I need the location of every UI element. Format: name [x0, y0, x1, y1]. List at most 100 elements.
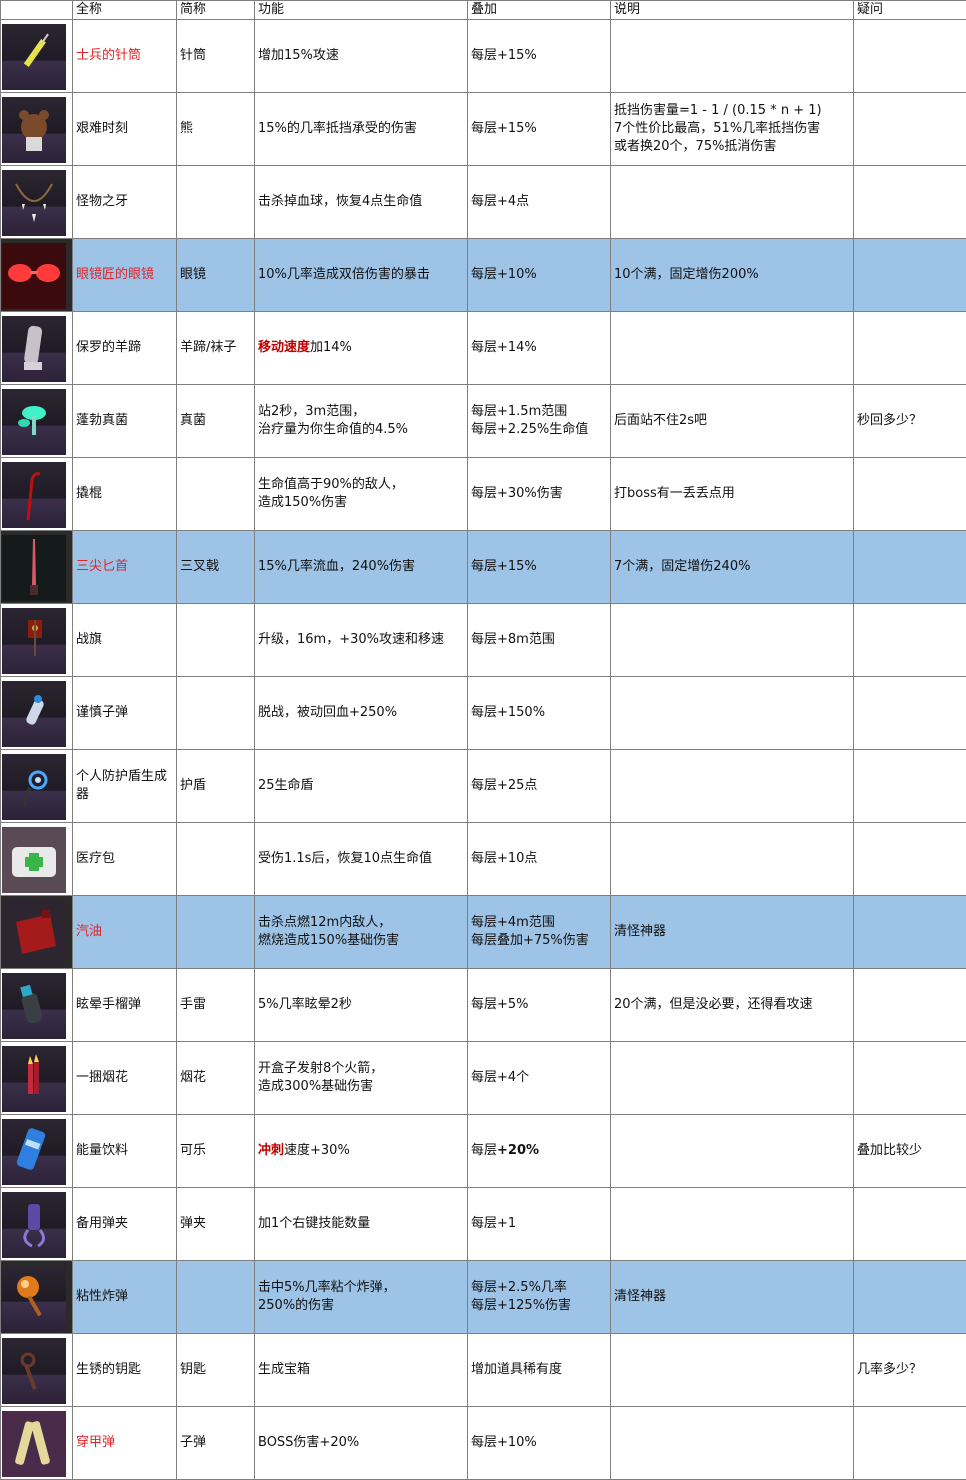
item-short-name[interactable]: 真菌	[176, 384, 255, 458]
item-function[interactable]: 击杀掉血球，恢复4点生命值	[254, 165, 468, 239]
item-short-name[interactable]: 弹夹	[176, 1187, 255, 1261]
item-function[interactable]: 15%的几率抵挡承受的伤害	[254, 92, 468, 166]
item-notes[interactable]: 20个满，但是没必要，还得看攻速	[610, 968, 854, 1042]
item-function[interactable]: 生命值高于90%的敌人， 造成150%伤害	[254, 457, 468, 531]
item-icon-cell[interactable]	[0, 1406, 73, 1480]
item-full-name[interactable]: 汽油	[72, 895, 177, 969]
item-short-name[interactable]	[176, 165, 255, 239]
item-stacking[interactable]: 每层+15%	[467, 530, 611, 604]
item-function[interactable]: 受伤1.1s后，恢复10点生命值	[254, 822, 468, 896]
item-full-name[interactable]: 生锈的钥匙	[72, 1333, 177, 1407]
item-icon-cell[interactable]	[0, 749, 73, 823]
item-icon-cell[interactable]	[0, 968, 73, 1042]
item-icon-cell[interactable]	[0, 1333, 73, 1407]
item-question[interactable]	[853, 822, 966, 896]
item-question[interactable]	[853, 749, 966, 823]
item-short-name[interactable]	[176, 603, 255, 677]
header-icon-column[interactable]	[0, 0, 73, 20]
item-full-name[interactable]: 个人防护盾生成器	[72, 749, 177, 823]
item-question[interactable]	[853, 968, 966, 1042]
item-icon-cell[interactable]	[0, 895, 73, 969]
item-full-name[interactable]: 医疗包	[72, 822, 177, 896]
item-notes[interactable]: 抵挡伤害量=1 - 1 / (0.15 * n + 1) 7个性价比最高，51%几…	[610, 92, 854, 166]
item-full-name[interactable]: 穿甲弹	[72, 1406, 177, 1480]
item-short-name[interactable]: 手雷	[176, 968, 255, 1042]
item-question[interactable]	[853, 1406, 966, 1480]
item-full-name[interactable]: 能量饮料	[72, 1114, 177, 1188]
item-icon-cell[interactable]	[0, 1041, 73, 1115]
header-questions[interactable]: 疑问	[853, 0, 966, 20]
header-short-name[interactable]: 简称	[176, 0, 255, 20]
item-function[interactable]: 站2秒，3m范围， 治疗量为你生命值的4.5%	[254, 384, 468, 458]
item-short-name[interactable]: 熊	[176, 92, 255, 166]
item-stacking[interactable]: 每层+4m范围 每层叠加+75%伤害	[467, 895, 611, 969]
item-function[interactable]: 增加15%攻速	[254, 19, 468, 93]
item-stacking[interactable]: 每层+30%伤害	[467, 457, 611, 531]
item-stacking[interactable]: 每层+25点	[467, 749, 611, 823]
item-short-name[interactable]: 烟花	[176, 1041, 255, 1115]
item-icon-cell[interactable]	[0, 530, 73, 604]
item-stacking[interactable]: 每层+4个	[467, 1041, 611, 1115]
item-full-name[interactable]: 三尖匕首	[72, 530, 177, 604]
item-notes[interactable]: 7个满，固定增伤240%	[610, 530, 854, 604]
item-icon-cell[interactable]	[0, 603, 73, 677]
item-short-name[interactable]	[176, 676, 255, 750]
item-question[interactable]	[853, 603, 966, 677]
item-question[interactable]: 叠加比较少	[853, 1114, 966, 1188]
item-notes[interactable]	[610, 311, 854, 385]
item-full-name[interactable]: 艰难时刻	[72, 92, 177, 166]
item-notes[interactable]	[610, 165, 854, 239]
item-function[interactable]: 5%几率眩晕2秒	[254, 968, 468, 1042]
item-short-name[interactable]: 子弹	[176, 1406, 255, 1480]
item-stacking[interactable]: 每层+2.5%几率 每层+125%伤害	[467, 1260, 611, 1334]
item-question[interactable]	[853, 311, 966, 385]
item-notes[interactable]	[610, 676, 854, 750]
item-notes[interactable]	[610, 822, 854, 896]
item-function[interactable]: 10%几率造成双倍伤害的暴击	[254, 238, 468, 312]
item-full-name[interactable]: 撬棍	[72, 457, 177, 531]
item-icon-cell[interactable]	[0, 311, 73, 385]
item-notes[interactable]: 打boss有一丢丢点用	[610, 457, 854, 531]
item-icon-cell[interactable]	[0, 1114, 73, 1188]
item-notes[interactable]	[610, 603, 854, 677]
item-function[interactable]: BOSS伤害+20%	[254, 1406, 468, 1480]
header-function[interactable]: 功能	[254, 0, 468, 20]
item-stacking[interactable]: 每层+10点	[467, 822, 611, 896]
item-question[interactable]	[853, 92, 966, 166]
item-function[interactable]: 脱战，被动回血+250%	[254, 676, 468, 750]
item-question[interactable]	[853, 676, 966, 750]
item-question[interactable]: 秒回多少？	[853, 384, 966, 458]
item-notes[interactable]	[610, 19, 854, 93]
item-short-name[interactable]: 钥匙	[176, 1333, 255, 1407]
item-function[interactable]: 冲刺速度+30%	[254, 1114, 468, 1188]
item-function[interactable]: 开盒子发射8个火箭， 造成300%基础伤害	[254, 1041, 468, 1115]
item-function[interactable]: 移动速度加14%	[254, 311, 468, 385]
item-icon-cell[interactable]	[0, 165, 73, 239]
item-short-name[interactable]	[176, 822, 255, 896]
item-function[interactable]: 击中5%几率粘个炸弹， 250%的伤害	[254, 1260, 468, 1334]
item-stacking[interactable]: 每层+10%	[467, 238, 611, 312]
item-question[interactable]	[853, 165, 966, 239]
item-icon-cell[interactable]	[0, 238, 73, 312]
item-full-name[interactable]: 粘性炸弹	[72, 1260, 177, 1334]
item-stacking[interactable]: 每层+150%	[467, 676, 611, 750]
item-full-name[interactable]: 战旗	[72, 603, 177, 677]
item-full-name[interactable]: 怪物之牙	[72, 165, 177, 239]
item-icon-cell[interactable]	[0, 457, 73, 531]
item-function[interactable]: 升级，16m，+30%攻速和移速	[254, 603, 468, 677]
item-notes[interactable]	[610, 1114, 854, 1188]
item-question[interactable]	[853, 895, 966, 969]
item-short-name[interactable]: 护盾	[176, 749, 255, 823]
item-function[interactable]: 25生命盾	[254, 749, 468, 823]
item-notes[interactable]	[610, 1406, 854, 1480]
item-notes[interactable]	[610, 1187, 854, 1261]
item-stacking[interactable]: 每层+5%	[467, 968, 611, 1042]
item-stacking[interactable]: 每层+1.5m范围 每层+2.25%生命值	[467, 384, 611, 458]
item-function[interactable]: 击杀点燃12m内敌人， 燃烧造成150%基础伤害	[254, 895, 468, 969]
item-stacking[interactable]: 每层+8m范围	[467, 603, 611, 677]
item-question[interactable]: 几率多少？	[853, 1333, 966, 1407]
item-stacking[interactable]: 每层+15%	[467, 92, 611, 166]
item-full-name[interactable]: 谨慎子弹	[72, 676, 177, 750]
item-stacking[interactable]: 每层+1	[467, 1187, 611, 1261]
item-full-name[interactable]: 蓬勃真菌	[72, 384, 177, 458]
